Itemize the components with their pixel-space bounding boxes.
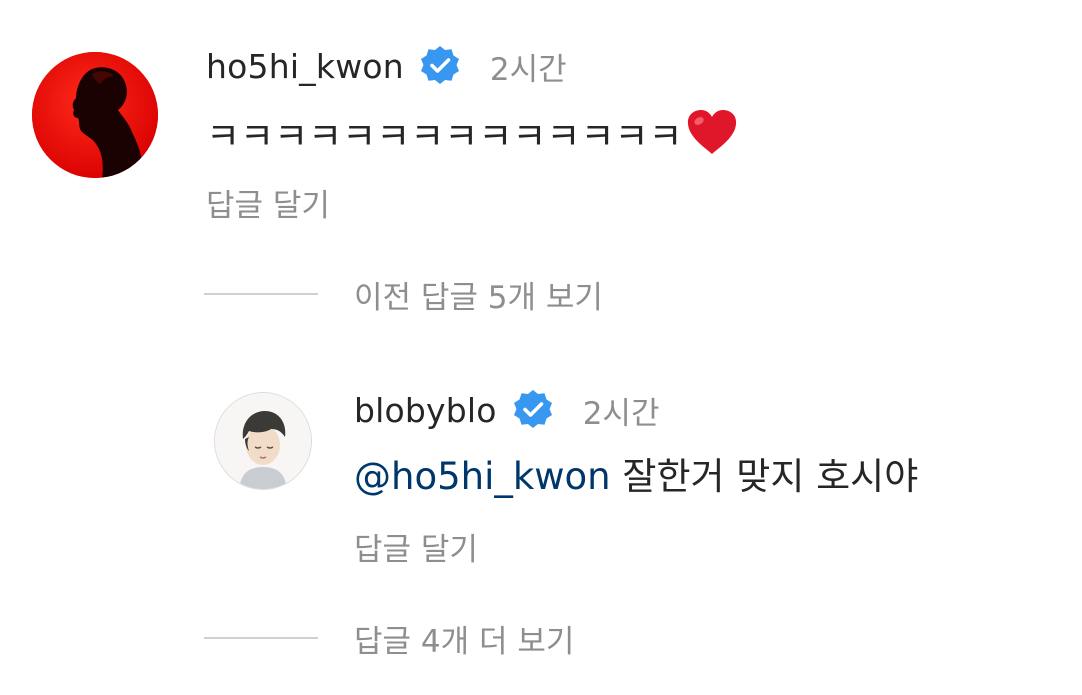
timestamp: 2시간 [582,395,660,432]
illustrated-boy-avatar-icon [215,393,311,489]
comments-panel: ho5hi_kwon 2시간 ㅋㅋㅋㅋㅋㅋㅋㅋㅋㅋㅋㅋㅋㅋ 답글 달기 이전 답… [0,0,1082,695]
avatar[interactable] [32,52,158,178]
view-previous-replies-label: 이전 답글 5개 보기 [354,279,603,316]
red-silhouette-avatar-icon [32,52,158,178]
comment-text: @ho5hi_kwon 잘한거 맞지 호시야 [354,452,918,502]
comment-item: ho5hi_kwon 2시간 ㅋㅋㅋㅋㅋㅋㅋㅋㅋㅋㅋㅋㅋㅋ 답글 달기 [0,0,1082,240]
mention-link[interactable]: @ho5hi_kwon [354,455,611,498]
heart-emoji-icon [685,108,739,169]
comment-text: ㅋㅋㅋㅋㅋㅋㅋㅋㅋㅋㅋㅋㅋㅋ [206,108,739,158]
comment-meta: blobyblo 2시간 [354,388,918,432]
view-previous-replies-button[interactable]: 이전 답글 5개 보기 [204,274,603,316]
reply-body: blobyblo 2시간 @ho5hi_kwon 잘한거 맞지 호시야 답글 달… [354,390,918,569]
comment-text-content: ㅋㅋㅋㅋㅋㅋㅋㅋㅋㅋㅋㅋㅋㅋ [206,115,683,158]
comment-body: ho5hi_kwon 2시간 ㅋㅋㅋㅋㅋㅋㅋㅋㅋㅋㅋㅋㅋㅋ 답글 달기 [206,46,739,225]
comment-text-content: 잘한거 맞지 호시야 [610,455,919,498]
comment-meta: ho5hi_kwon 2시간 [206,44,739,88]
username[interactable]: blobyblo [354,391,497,430]
view-more-replies-label: 답글 4개 더 보기 [354,623,575,660]
reply-button[interactable]: 답글 달기 [206,180,739,225]
verified-badge-icon [511,388,555,432]
verified-badge-icon [418,44,462,88]
view-more-replies-button[interactable]: 답글 4개 더 보기 [204,618,575,660]
timestamp: 2시간 [489,51,567,88]
reply-item: blobyblo 2시간 @ho5hi_kwon 잘한거 맞지 호시야 답글 달… [0,380,1082,580]
thread-divider [204,637,318,639]
avatar[interactable] [214,392,312,490]
reply-button[interactable]: 답글 달기 [354,524,918,569]
thread-divider [204,293,318,295]
username[interactable]: ho5hi_kwon [206,47,404,86]
